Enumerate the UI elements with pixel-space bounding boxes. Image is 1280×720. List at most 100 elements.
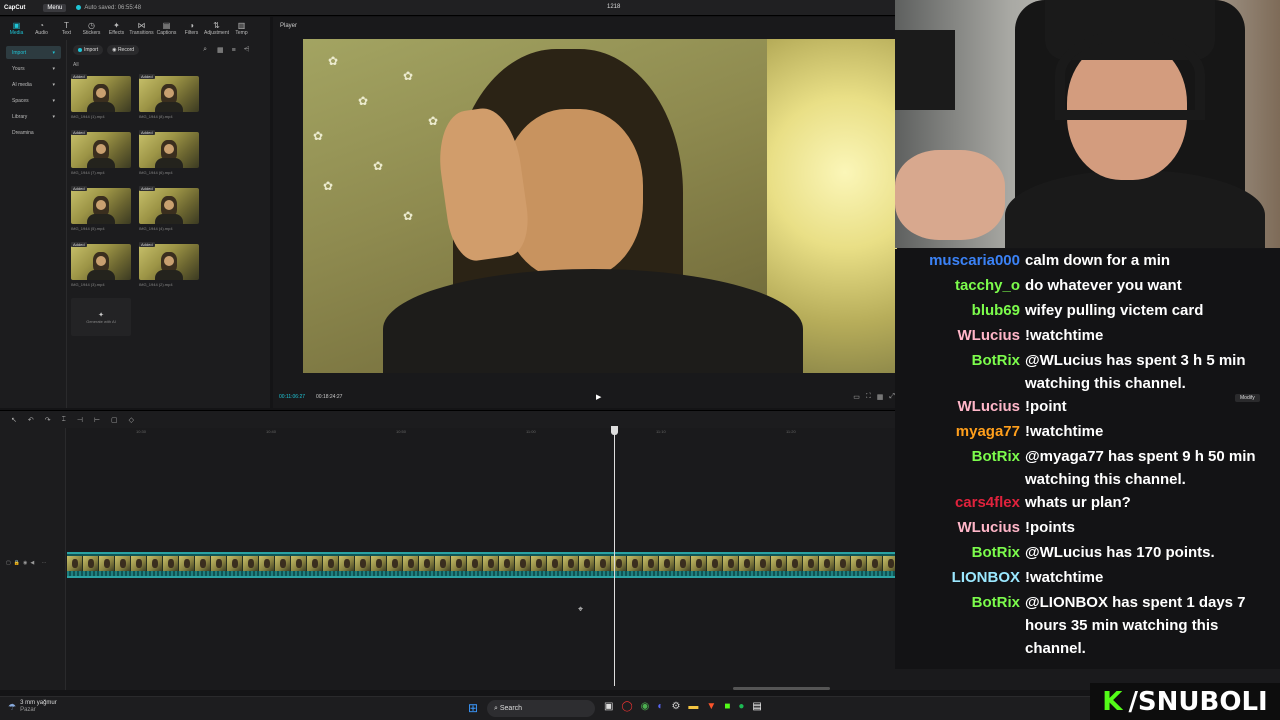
kick-app-icon[interactable]: ■: [724, 701, 730, 712]
category-import[interactable]: Import ▾: [6, 46, 61, 59]
tool-transitions[interactable]: ⋈ Transitions: [129, 17, 154, 40]
category-ai-media[interactable]: AI media ▾: [6, 78, 61, 91]
crop-icon[interactable]: ⛶: [866, 393, 871, 401]
transition-icon: ⋈: [137, 21, 146, 30]
import-button[interactable]: Import: [73, 45, 104, 55]
trim-left-icon[interactable]: ⊣: [77, 416, 83, 424]
brave-icon[interactable]: ▼: [706, 701, 716, 712]
split-icon[interactable]: ⌶: [62, 416, 66, 424]
category-spaces[interactable]: Spaces ▾: [6, 94, 61, 107]
media-thumbnail[interactable]: Added IMG_1944 (6).mp4: [139, 130, 199, 175]
chrome-icon[interactable]: ◉: [641, 701, 650, 712]
all-filter-label[interactable]: All: [73, 62, 79, 68]
taskbar-search[interactable]: ⌕ Search: [487, 700, 595, 717]
search-icon[interactable]: ⌕: [203, 46, 207, 54]
category-library[interactable]: Library ▾: [6, 110, 61, 123]
menu-button[interactable]: Menu: [43, 3, 67, 12]
chat-message: BotRix @myaga77 has spent 9 h 50 min watc…: [895, 445, 1275, 491]
project-name[interactable]: 1218: [607, 4, 620, 10]
webcam-overlay: [895, 0, 1280, 248]
chat-username[interactable]: LIONBOX: [952, 566, 1020, 589]
playhead[interactable]: [611, 426, 618, 686]
weather-widget[interactable]: ☂ 3 mm yağmur Pazar: [8, 700, 57, 714]
sort-icon[interactable]: ≡: [232, 47, 236, 54]
tool-adjustment[interactable]: ⇅ Adjustment: [204, 17, 229, 40]
chat-username[interactable]: BotRix: [972, 349, 1020, 372]
tool-effects[interactable]: ✦ Effects: [104, 17, 129, 40]
folder-icon[interactable]: ▬: [688, 701, 698, 712]
trim-right-icon[interactable]: ⊢: [94, 416, 100, 424]
category-yours[interactable]: Yours ▾: [6, 62, 61, 75]
windows-start-icon[interactable]: ⊞: [468, 702, 478, 714]
chat-username[interactable]: muscaria000: [929, 249, 1020, 272]
chat-username[interactable]: WLucius: [958, 395, 1021, 418]
discord-icon[interactable]: ◐: [657, 701, 663, 712]
chat-username[interactable]: BotRix: [972, 591, 1020, 614]
clip-frame: [675, 556, 691, 572]
clip-frame: [787, 556, 803, 572]
tool-filters[interactable]: ◑ Filters: [179, 17, 204, 40]
record-button[interactable]: ◉ Record: [107, 45, 140, 55]
chat-username[interactable]: WLucius: [958, 324, 1021, 347]
thumb-face: [96, 256, 106, 266]
media-thumbnail[interactable]: Added IMG_1944 (8).mp4: [139, 74, 199, 119]
category-label: Yours: [12, 65, 25, 72]
clip-frame: [243, 556, 259, 572]
category-label: Library: [12, 113, 28, 120]
thumb-body: [155, 158, 183, 168]
tool-temp[interactable]: ▥ Temp: [229, 17, 254, 40]
chat-username[interactable]: WLucius: [958, 516, 1021, 539]
ratio-icon[interactable]: ▭: [853, 393, 860, 401]
clip-frame: [163, 556, 179, 572]
thumb-body: [155, 270, 183, 280]
clip-frame: [99, 556, 115, 572]
grid-view-icon[interactable]: ▦: [217, 46, 224, 54]
category-dreamina[interactable]: Dreamina: [6, 126, 61, 139]
media-thumbnail[interactable]: Added IMG_1944 (7).mp4: [71, 130, 131, 175]
tool-audio[interactable]: ◔ Audio: [29, 17, 54, 40]
media-thumbnail[interactable]: Added IMG_1944 (4).mp4: [139, 186, 199, 231]
media-thumbnail[interactable]: Added IMG_1944 (3).mp4: [71, 242, 131, 287]
chevron-down-icon: ▾: [52, 97, 55, 104]
marker-icon[interactable]: ◇: [129, 416, 134, 424]
capcut-app-icon[interactable]: ▤: [752, 701, 761, 712]
modify-button[interactable]: Modify: [1235, 394, 1260, 402]
category-label: Dreamina: [12, 129, 34, 136]
tool-captions[interactable]: ▤ Captions: [154, 17, 179, 40]
video-preview[interactable]: ✿ ✿ ✿ ✿ ✿ ✿ ✿ ✿: [303, 39, 897, 373]
track-controls[interactable]: ▢🔒◉◀ ⋯: [6, 560, 50, 566]
chat-username[interactable]: BotRix: [972, 445, 1020, 468]
chat-username[interactable]: cars4flex: [955, 491, 1020, 514]
spotify-icon[interactable]: ●: [738, 701, 744, 712]
chat-username[interactable]: myaga77: [956, 420, 1020, 443]
settings-icon[interactable]: ⚙: [671, 701, 680, 712]
chat-text: !watchtime: [1025, 327, 1104, 344]
generate-with-ai-button[interactable]: ✦ Generate with AI: [71, 298, 131, 336]
chat-username[interactable]: tacchy_o: [955, 274, 1020, 297]
media-thumbnail[interactable]: Added IMG_1944 (5).mp4: [71, 186, 131, 231]
chat-username[interactable]: blub69: [972, 299, 1020, 322]
opera-icon[interactable]: ◯: [621, 701, 632, 712]
chevron-down-icon: ▾: [52, 49, 55, 56]
select-icon[interactable]: ↖: [11, 416, 17, 424]
chat-username[interactable]: BotRix: [972, 541, 1020, 564]
effects-icon: ✦: [113, 21, 120, 30]
tool-stickers[interactable]: ◷ Stickers: [79, 17, 104, 40]
timeline-scrollbar[interactable]: [733, 687, 830, 690]
task-view-icon[interactable]: ▣: [604, 701, 613, 712]
media-thumbnail[interactable]: Added IMG_1944 (1).mp4: [71, 74, 131, 119]
filter-icon[interactable]: ⩤: [244, 46, 250, 54]
tool-media[interactable]: ▣ Media: [4, 17, 29, 40]
quality-icon[interactable]: ▦: [877, 393, 884, 401]
tool-text[interactable]: T Text: [54, 17, 79, 40]
chat-overlay: muscaria000 calm down for a min tacchy_o do…: [895, 249, 1280, 669]
media-filename: IMG_1944 (6).mp4: [139, 170, 173, 175]
delete-icon[interactable]: ▢: [111, 416, 118, 424]
redo-icon[interactable]: ↷: [45, 416, 51, 424]
clip-frame: [803, 556, 819, 572]
media-thumbnail[interactable]: Added IMG_1944 (2).mp4: [139, 242, 199, 287]
play-icon[interactable]: ▶: [596, 393, 601, 401]
undo-icon[interactable]: ↶: [28, 416, 34, 424]
wall-flower: ✿: [358, 94, 369, 108]
added-badge: Added: [139, 130, 155, 135]
